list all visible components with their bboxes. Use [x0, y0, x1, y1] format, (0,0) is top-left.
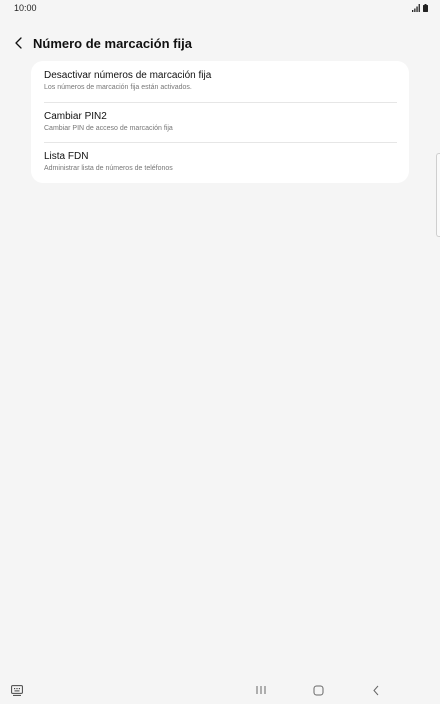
- chevron-left-icon: [15, 37, 22, 49]
- item-title: Desactivar números de marcación fija: [44, 70, 212, 82]
- home-icon: [313, 685, 323, 695]
- keyboard-switch-button[interactable]: [7, 680, 27, 700]
- disable-fdn-item[interactable]: Desactivar números de marcación fija Los…: [31, 61, 409, 102]
- back-icon: [373, 685, 379, 695]
- item-title: Lista FDN: [44, 151, 89, 163]
- item-subtitle: Los números de marcación fija están acti…: [44, 84, 192, 92]
- nav-back-button[interactable]: [366, 680, 386, 700]
- change-pin2-item[interactable]: Cambiar PIN2 Cambiar PIN de acceso de ma…: [31, 101, 409, 143]
- item-title: Cambiar PIN2: [44, 110, 107, 122]
- page-title: Número de marcación fija: [33, 35, 192, 51]
- item-subtitle: Administrar lista de números de teléfono…: [44, 165, 173, 173]
- status-icons: [412, 4, 428, 12]
- fdn-list-item[interactable]: Lista FDN Administrar lista de números d…: [31, 142, 409, 183]
- navigation-bar: [0, 676, 440, 704]
- edge-panel-handle[interactable]: [436, 153, 440, 237]
- recents-icon: [256, 686, 266, 694]
- battery-icon: [423, 4, 428, 12]
- item-subtitle: Cambiar PIN de acceso de marcación fija: [44, 124, 173, 132]
- keyboard-switch-icon: [11, 684, 23, 696]
- home-button[interactable]: [308, 680, 328, 700]
- status-bar: 10:00: [0, 0, 440, 16]
- status-time: 10:00: [14, 3, 37, 13]
- settings-card: Desactivar números de marcación fija Los…: [31, 61, 409, 183]
- back-button[interactable]: [8, 32, 30, 54]
- signal-icon: [412, 4, 420, 12]
- header: Número de marcación fija: [8, 30, 192, 56]
- recents-button[interactable]: [251, 680, 271, 700]
